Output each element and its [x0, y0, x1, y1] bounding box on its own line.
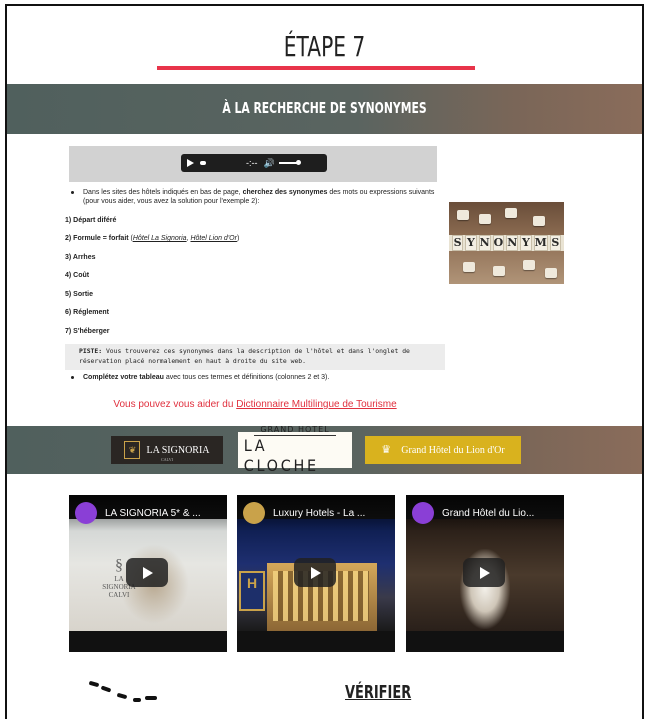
complete-text: avec tous ces termes et définitions (col…: [163, 374, 330, 382]
instructions: Dans les sites des hôtels indiqués en ba…: [65, 188, 445, 410]
letter-tile: O: [492, 235, 505, 251]
video-title-bar: Grand Hôtel du Lio...: [406, 495, 564, 531]
tile: [457, 210, 469, 220]
audio-player-container: -:-- 🔊: [69, 146, 437, 182]
audio-time: -:--: [246, 158, 258, 168]
list-item: 1) Départ diféré: [65, 216, 117, 224]
video-embed-lion[interactable]: Grand Hôtel du Lio...: [406, 495, 564, 652]
help-line: Vous pouvez vous aider du Dictionnaire M…: [65, 398, 445, 412]
progress-dot[interactable]: [200, 161, 206, 165]
intro-text-bold: cherchez des synonymes: [242, 189, 328, 196]
footprints-icon: [83, 678, 163, 708]
letter-tile: M: [533, 235, 548, 251]
letter-tile: S: [549, 235, 562, 251]
intro-text-1: Dans les sites des hôtels indiqués en ba…: [83, 189, 243, 196]
watermark-sub: CALVI: [108, 591, 130, 599]
complete-bold: Complétez votre tableau: [83, 374, 164, 382]
play-icon[interactable]: [187, 159, 194, 167]
list-item: 3) Arrhes: [65, 253, 96, 261]
step-title: ÉTAPE 7: [283, 30, 366, 63]
letter-tile: S: [452, 235, 464, 251]
tile: [493, 266, 505, 276]
dictionary-link[interactable]: Dictionnaire Multilingue de Tourisme: [236, 399, 396, 410]
volume-slider[interactable]: [278, 160, 301, 165]
lion-icon: ♛: [381, 444, 392, 456]
complete-paragraph: Complétez votre tableau avec tous ces te…: [65, 373, 445, 382]
channel-avatar[interactable]: [243, 502, 265, 524]
video-embed-luxury[interactable]: H Luxury Hotels - La ...: [237, 495, 395, 652]
hint-label: PISTE:: [79, 346, 103, 355]
video-title-bar: LA SIGNORIA 5* & ...: [69, 495, 227, 531]
list-item: 7) S'héberger: [65, 327, 110, 335]
hotel-logos-band: ❦ LA SIGNORIA CALVI GRAND HOTEL LA CLOCH…: [7, 425, 642, 475]
lion-dor-link[interactable]: Hôtel Lion d'Or: [190, 235, 236, 242]
video-title[interactable]: Grand Hôtel du Lio...: [442, 508, 534, 519]
footprint: [116, 692, 128, 700]
verify-button[interactable]: VÉRIFIER: [345, 682, 411, 703]
hint-text: Vous trouverez ces synonymes dans la des…: [79, 346, 410, 365]
volume-icon[interactable]: 🔊: [264, 158, 275, 169]
video-title-bar: Luxury Hotels - La ...: [237, 495, 395, 531]
tile: [523, 260, 535, 270]
lion-dor-logo[interactable]: ♛ Grand Hôtel du Lion d'Or: [365, 436, 521, 464]
video-play-button[interactable]: [463, 558, 505, 587]
section-title: À LA RECHERCHE DE SYNONYMES: [222, 99, 427, 117]
signoria-logo[interactable]: ❦ LA SIGNORIA CALVI: [111, 436, 223, 464]
signoria-link[interactable]: Hôtel La Signoria: [133, 235, 187, 242]
footprint: [145, 696, 157, 700]
synonyms-word: S Y N O N Y M S: [449, 235, 564, 251]
video-embed-signoria[interactable]: § LA SIGNORIA CALVI LA SIGNORIA 5* & ...: [69, 495, 227, 652]
channel-avatar[interactable]: [412, 502, 434, 524]
letter-tile: Y: [520, 235, 532, 251]
channel-avatar[interactable]: [75, 502, 97, 524]
title-underline: [157, 66, 475, 70]
tile: [545, 268, 557, 278]
cloche-logo-line1: GRAND HOTEL: [254, 425, 336, 436]
video-title[interactable]: LA SIGNORIA 5* & ...: [105, 508, 201, 519]
list-item-label: 2) Formule = forfait: [65, 235, 129, 243]
list-item: 2) Formule = forfait (Hôtel La Signoria,…: [65, 234, 445, 243]
list-item: 4) Coût: [65, 272, 90, 280]
letter-tile: N: [478, 235, 491, 251]
signoria-logo-sub: CALVI: [161, 457, 173, 462]
video-footer: [406, 631, 564, 652]
audio-player[interactable]: -:-- 🔊: [181, 154, 327, 172]
intro-paragraph: Dans les sites des hôtels indiqués en ba…: [65, 188, 445, 207]
video-play-button[interactable]: [126, 558, 168, 587]
item2-paren-close: ): [236, 235, 240, 243]
video-play-button[interactable]: [294, 558, 336, 587]
lion-logo-text: Grand Hôtel du Lion d'Or: [401, 444, 505, 456]
page-frame: ÉTAPE 7 À LA RECHERCHE DE SYNONYMES -:--…: [5, 4, 644, 719]
list-item: 6) Réglement: [65, 309, 109, 317]
tile: [505, 208, 517, 218]
tile: [463, 262, 475, 272]
cloche-logo-line2: LA CLOCHE: [243, 435, 319, 475]
footprint: [100, 685, 112, 693]
letter-tile: Y: [465, 235, 477, 251]
tile: [533, 216, 545, 226]
help-text: Vous pouvez vous aider du: [113, 399, 237, 410]
video-footer: [237, 631, 395, 652]
hotel-emblem: H: [239, 571, 265, 611]
footprint: [88, 680, 100, 688]
section-header-band: À LA RECHERCHE DE SYNONYMES: [7, 84, 642, 134]
hint-box: PISTE: Vous trouverez ces synonymes dans…: [65, 343, 445, 371]
video-footer: [69, 631, 227, 652]
signoria-logo-text: LA SIGNORIA: [146, 444, 210, 456]
list-item: 5) Sortie: [65, 290, 94, 298]
footprint: [133, 698, 141, 702]
cloche-logo[interactable]: GRAND HOTEL LA CLOCHE: [238, 425, 352, 475]
tile: [479, 214, 491, 224]
letter-tile: N: [506, 235, 519, 251]
video-title[interactable]: Luxury Hotels - La ...: [273, 508, 365, 519]
synonyms-image: S Y N O N Y M S: [449, 202, 564, 284]
